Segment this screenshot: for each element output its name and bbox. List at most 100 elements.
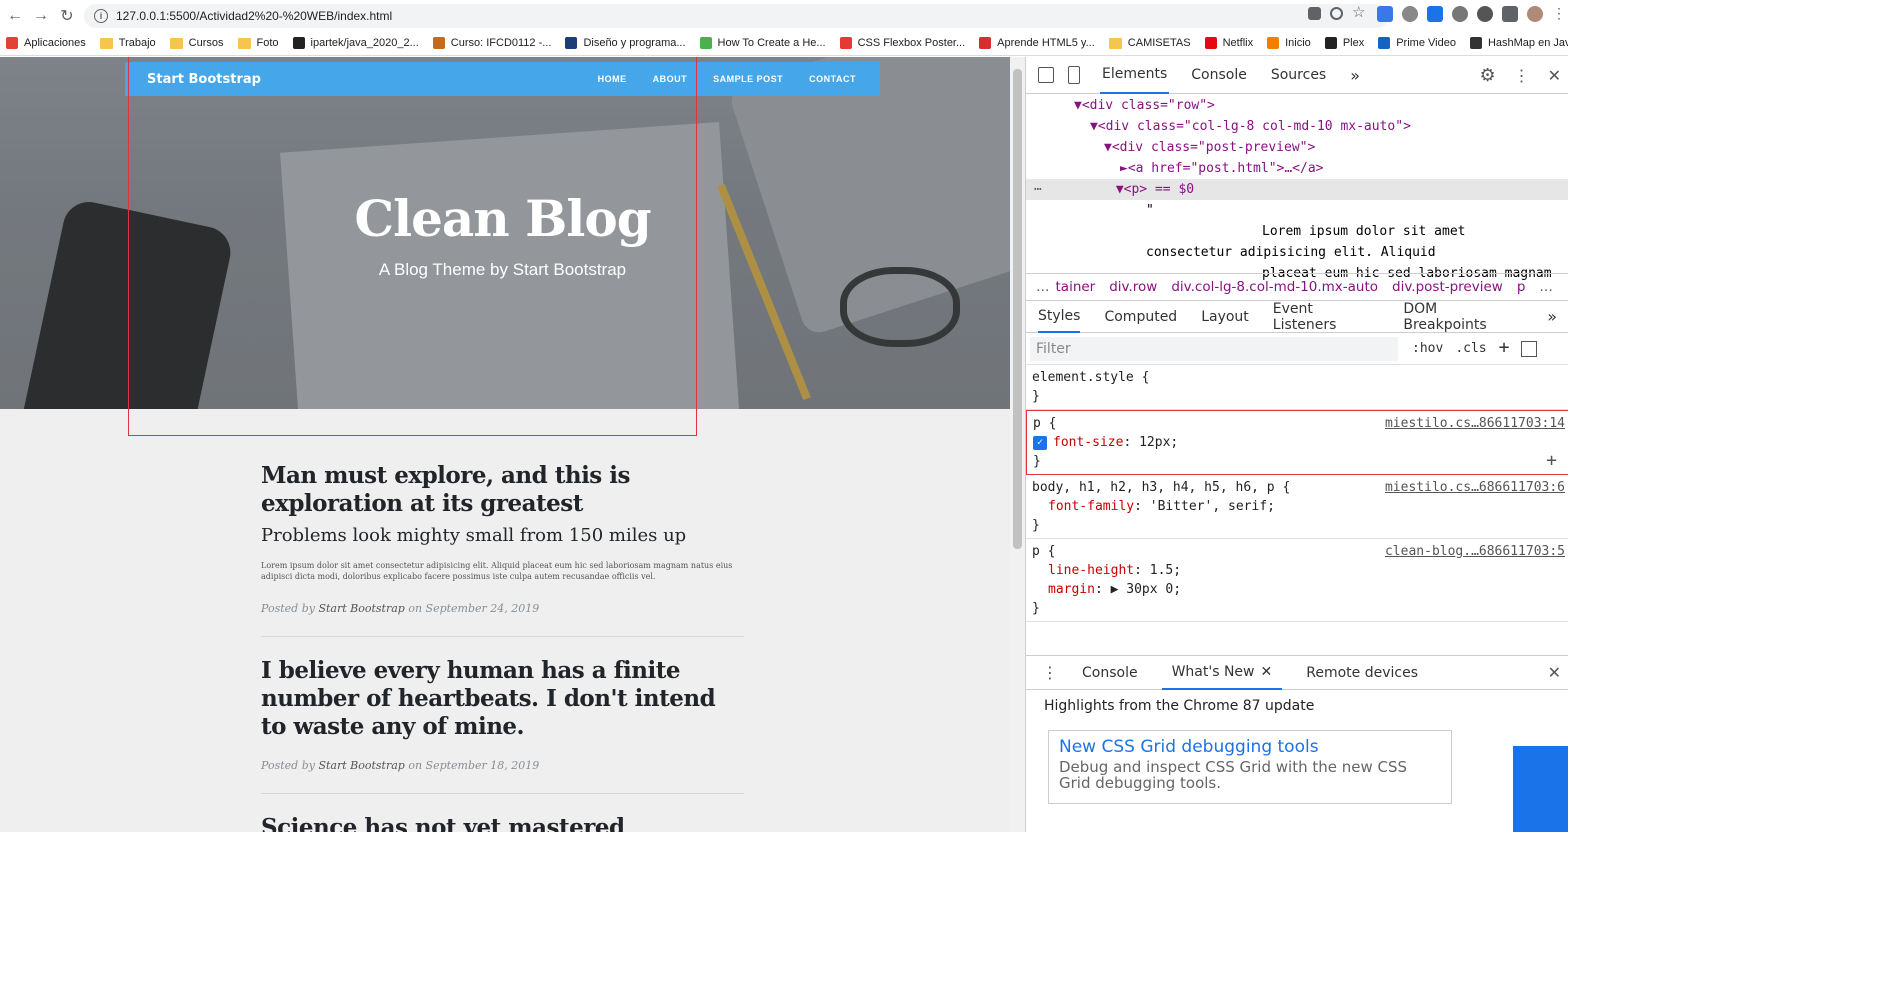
bookmark-item[interactable]: Plex	[1324, 37, 1364, 49]
property-value[interactable]: 1.5;	[1150, 563, 1181, 578]
property-name[interactable]: line-height	[1048, 563, 1134, 578]
rule-source-link[interactable]: clean-blog.…686611703:5	[1385, 542, 1565, 561]
bookmark-item[interactable]: Curso: IFCD0112 -...	[432, 37, 551, 49]
post-title[interactable]: Man must explore, and this is exploratio…	[261, 462, 744, 518]
nav-link-contact[interactable]: CONTACT	[809, 74, 856, 84]
bookmark-item[interactable]: Prime Video	[1378, 37, 1456, 49]
dom-node[interactable]: ▼<div class="post-preview">	[1026, 137, 1568, 158]
tab-styles[interactable]: Styles	[1038, 301, 1081, 333]
new-rule-icon[interactable]: +	[1499, 338, 1510, 357]
forward-icon[interactable]: →	[28, 3, 54, 29]
nav-link-about[interactable]: ABOUT	[653, 74, 688, 84]
post-subtitle[interactable]: Problems look mighty small from 150 mile…	[261, 524, 744, 548]
breadcrumb-more[interactable]: …	[1539, 279, 1553, 295]
rule-selector[interactable]: element.style {	[1032, 368, 1563, 387]
property-name[interactable]: font-family	[1048, 499, 1134, 514]
bookmark-item[interactable]: Cursos	[169, 37, 224, 49]
more-subtabs-icon[interactable]: »	[1547, 301, 1557, 333]
bookmark-item[interactable]: Aprende HTML5 y...	[979, 37, 1095, 49]
post-title[interactable]: Science has not yet mastered prophecy	[261, 814, 744, 832]
bookmark-item[interactable]: Diseño y programa...	[565, 37, 686, 49]
add-property-icon[interactable]: +	[1546, 451, 1557, 470]
breadcrumb-item[interactable]: div.row	[1109, 279, 1157, 295]
url-input[interactable]: i 127.0.0.1:5500/Actividad2%20-%20WEB/in…	[84, 4, 1389, 28]
tab-event-listeners[interactable]: Event Listeners	[1273, 301, 1380, 333]
breadcrumb-item[interactable]: div.post-preview	[1392, 279, 1503, 295]
dom-node[interactable]: ▼<div class="col-lg-8 col-md-10 mx-auto"…	[1026, 116, 1568, 137]
bookmark-item[interactable]: CSS Flexbox Poster...	[839, 37, 965, 49]
tab-computed[interactable]: Computed	[1104, 301, 1177, 333]
breadcrumb-more[interactable]: …	[1036, 279, 1050, 295]
property-name[interactable]: margin	[1048, 582, 1095, 597]
property-value[interactable]: ▶ 30px 0;	[1111, 582, 1181, 597]
tab-sources[interactable]: Sources	[1269, 57, 1328, 94]
extension-gear-icon[interactable]	[1477, 6, 1493, 22]
drawer-tab-console[interactable]: Console	[1072, 656, 1148, 690]
extension-globe-icon[interactable]	[1452, 6, 1468, 22]
close-drawer-icon[interactable]: ✕	[1548, 663, 1561, 682]
reload-icon[interactable]: ↻	[54, 3, 80, 29]
dom-node[interactable]: ▼<div class="row">	[1026, 95, 1568, 116]
bookmark-item[interactable]: Netflix	[1204, 37, 1253, 49]
bookmark-item[interactable]: Foto	[237, 37, 279, 49]
navbar-brand[interactable]: Start Bootstrap	[147, 72, 261, 87]
settings-gear-icon[interactable]: ⚙	[1479, 65, 1495, 86]
menu-dots-icon[interactable]: ⋮	[1552, 6, 1566, 22]
whats-new-card[interactable]: New CSS Grid debugging tools Debug and i…	[1048, 730, 1452, 804]
bookmark-item[interactable]: CAMISETAS	[1108, 37, 1191, 49]
dom-node[interactable]: ►<a href="post.html">…</a>	[1026, 158, 1568, 179]
bookmark-item[interactable]: Aplicaciones	[6, 37, 86, 49]
more-tabs-icon[interactable]: »	[1348, 57, 1362, 94]
extension-new-icon[interactable]	[1427, 6, 1443, 22]
star-icon[interactable]: ☆	[1352, 5, 1368, 22]
bookmark-item[interactable]: Trabajo	[99, 37, 156, 49]
drawer-menu-icon[interactable]: ⋮	[1042, 663, 1058, 682]
breadcrumb-item[interactable]: div.col-lg-8.col-md-10.mx-auto	[1171, 279, 1378, 295]
info-icon[interactable]: i	[94, 9, 108, 23]
breadcrumb-item[interactable]: p	[1517, 279, 1526, 295]
post-author-link[interactable]: Start Bootstrap	[318, 602, 404, 615]
property-name[interactable]: font-size	[1053, 435, 1123, 450]
tab-dom-breakpoints[interactable]: DOM Breakpoints	[1403, 301, 1523, 333]
property-value[interactable]: 12px;	[1139, 435, 1178, 450]
rule-source-link[interactable]: miestilo.cs…86611703:14	[1385, 414, 1565, 433]
cls-toggle[interactable]: .cls	[1455, 341, 1486, 357]
styles-filter-input[interactable]: Filter	[1030, 336, 1398, 361]
post-author-link[interactable]: Start Bootstrap	[318, 759, 404, 772]
card-title[interactable]: New CSS Grid debugging tools	[1059, 737, 1441, 757]
zoom-icon[interactable]	[1330, 7, 1343, 20]
bookmark-item[interactable]: ipartek/java_2020_2...	[292, 37, 419, 49]
bookmark-item[interactable]: Inicio	[1267, 37, 1311, 49]
page-scrollbar[interactable]	[1010, 57, 1025, 832]
tab-layout[interactable]: Layout	[1201, 301, 1249, 333]
drawer-tab-remote-devices[interactable]: Remote devices	[1296, 656, 1428, 690]
property-value[interactable]: 'Bitter', serif;	[1150, 499, 1275, 514]
device-toolbar-icon[interactable]	[1068, 66, 1080, 84]
nav-link-sample-post[interactable]: SAMPLE POST	[713, 74, 783, 84]
nav-link-home[interactable]: HOME	[598, 74, 627, 84]
profile-avatar[interactable]	[1527, 6, 1543, 22]
post-title[interactable]: I believe every human has a finite numbe…	[261, 657, 744, 741]
extension-raccoon-icon[interactable]	[1402, 6, 1418, 22]
property-checkbox[interactable]: ✓	[1033, 435, 1047, 450]
scrollbar-thumb[interactable]	[1013, 69, 1022, 549]
computed-sidebar-icon[interactable]	[1521, 340, 1538, 357]
tab-elements[interactable]: Elements	[1100, 57, 1170, 94]
inspect-element-icon[interactable]	[1038, 67, 1054, 83]
extensions-puzzle-icon[interactable]	[1502, 6, 1518, 22]
devtools-panel: Elements Console Sources » ⚙ ⋮ ✕ ▼<div c…	[1025, 57, 1568, 832]
drawer-tab-whats-new[interactable]: What's New ✕	[1161, 656, 1283, 690]
translate-icon[interactable]	[1308, 7, 1321, 20]
bookmark-item[interactable]: HashMap en Java -...	[1469, 37, 1568, 49]
close-devtools-icon[interactable]: ✕	[1548, 66, 1561, 85]
tab-console[interactable]: Console	[1189, 57, 1249, 94]
dom-node-selected[interactable]: ⋯ ▼<p> == $0	[1026, 179, 1568, 200]
camera-icon[interactable]	[1377, 6, 1393, 22]
back-icon[interactable]: ←	[2, 3, 28, 29]
hov-toggle[interactable]: :hov	[1412, 341, 1443, 357]
close-tab-icon[interactable]: ✕	[1261, 664, 1273, 680]
breadcrumb-item[interactable]: tainer	[1056, 279, 1096, 295]
rule-source-link[interactable]: miestilo.cs…686611703:6	[1385, 478, 1565, 497]
bookmark-item[interactable]: How To Create a He...	[699, 37, 826, 49]
devtools-menu-icon[interactable]: ⋮	[1514, 66, 1530, 85]
